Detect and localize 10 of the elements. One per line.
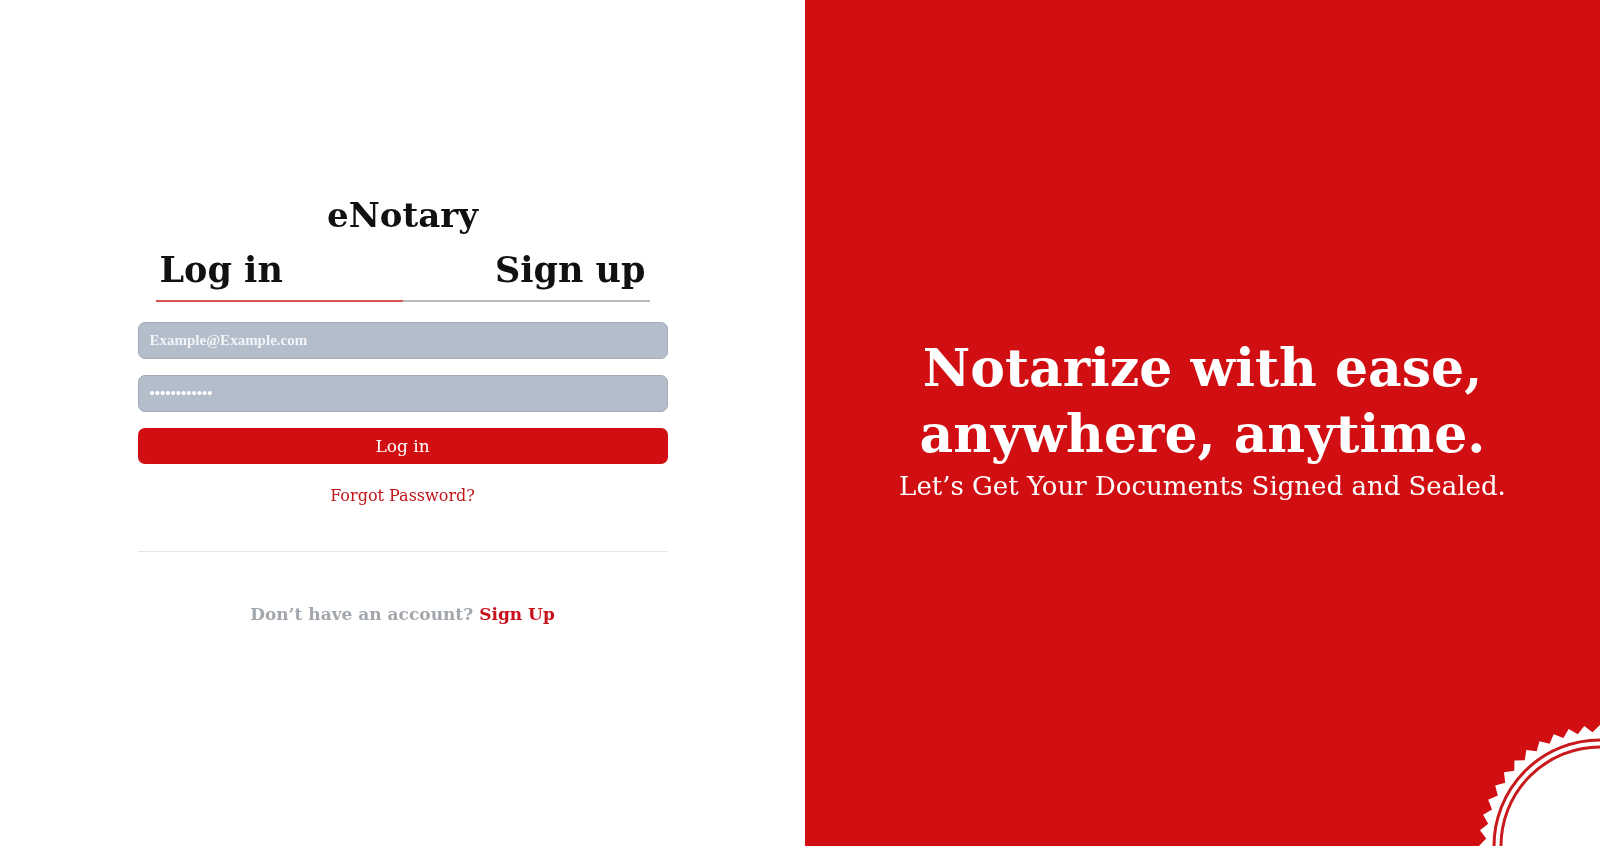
login-button[interactable]: Log in xyxy=(137,428,668,464)
tab[interactable]: Log in xyxy=(155,249,403,302)
brand-title: eNotary xyxy=(327,195,478,235)
sign-up-link[interactable]: Sign Up xyxy=(479,604,555,624)
hero-headline: Notarize with ease, anywhere, anytime. xyxy=(919,336,1486,466)
hero-subtitle: Let’s Get Your Documents Signed and Sealed. xyxy=(899,471,1506,501)
tab[interactable]: Sign up xyxy=(402,249,650,302)
signup-prompt-text: Don’t have an account? xyxy=(250,604,474,624)
forgot-password-link[interactable]: Forgot Password? xyxy=(330,486,475,505)
email-field[interactable]: Example@Example.com xyxy=(137,322,668,359)
